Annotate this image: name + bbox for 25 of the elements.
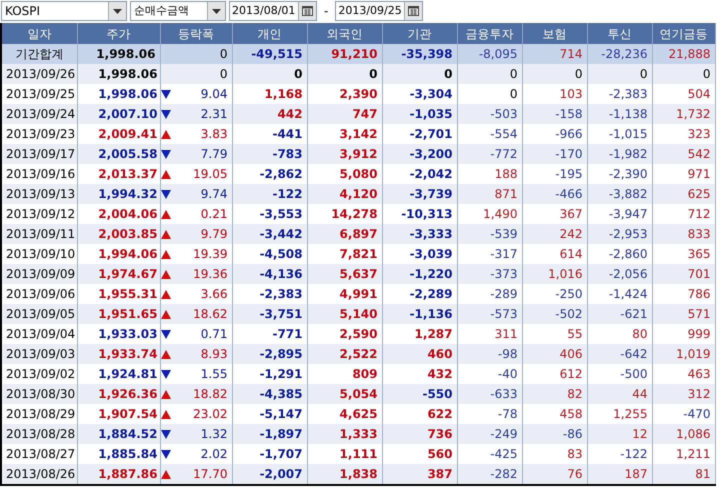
table-cell: 1,838 [307,464,382,484]
select-value: 순매수금액 [133,2,190,19]
table-cell: 2013/08/26 [2,464,77,484]
date-field[interactable]: 2013/08/01 [229,1,317,21]
calendar-button[interactable] [298,2,316,20]
calendar-icon [408,6,420,16]
date-field[interactable]: 2013/09/25 [335,1,424,21]
table-cell: 187 [587,464,652,484]
select-value: KOSPI [4,3,42,20]
caret-icon [212,8,221,14]
dropdown-button[interactable] [108,2,126,20]
date-separator: - [323,3,330,20]
table-cell: 76 [522,464,587,484]
table-cell: 387 [382,464,457,484]
table-cell: -2,007 [232,464,307,484]
market-select[interactable]: KOSPI [1,1,127,21]
table-cell: -282 [457,464,522,484]
calendar-button[interactable] [404,2,422,20]
measure-select[interactable]: 순매수금액 [130,1,226,21]
dropdown-button[interactable] [207,2,225,20]
caret-icon [113,8,122,14]
table-cell: 1,887.86 [77,464,160,484]
table-cell: 81 [652,464,715,484]
table-cell: 17.70 [160,464,232,484]
calendar-icon [302,6,313,16]
